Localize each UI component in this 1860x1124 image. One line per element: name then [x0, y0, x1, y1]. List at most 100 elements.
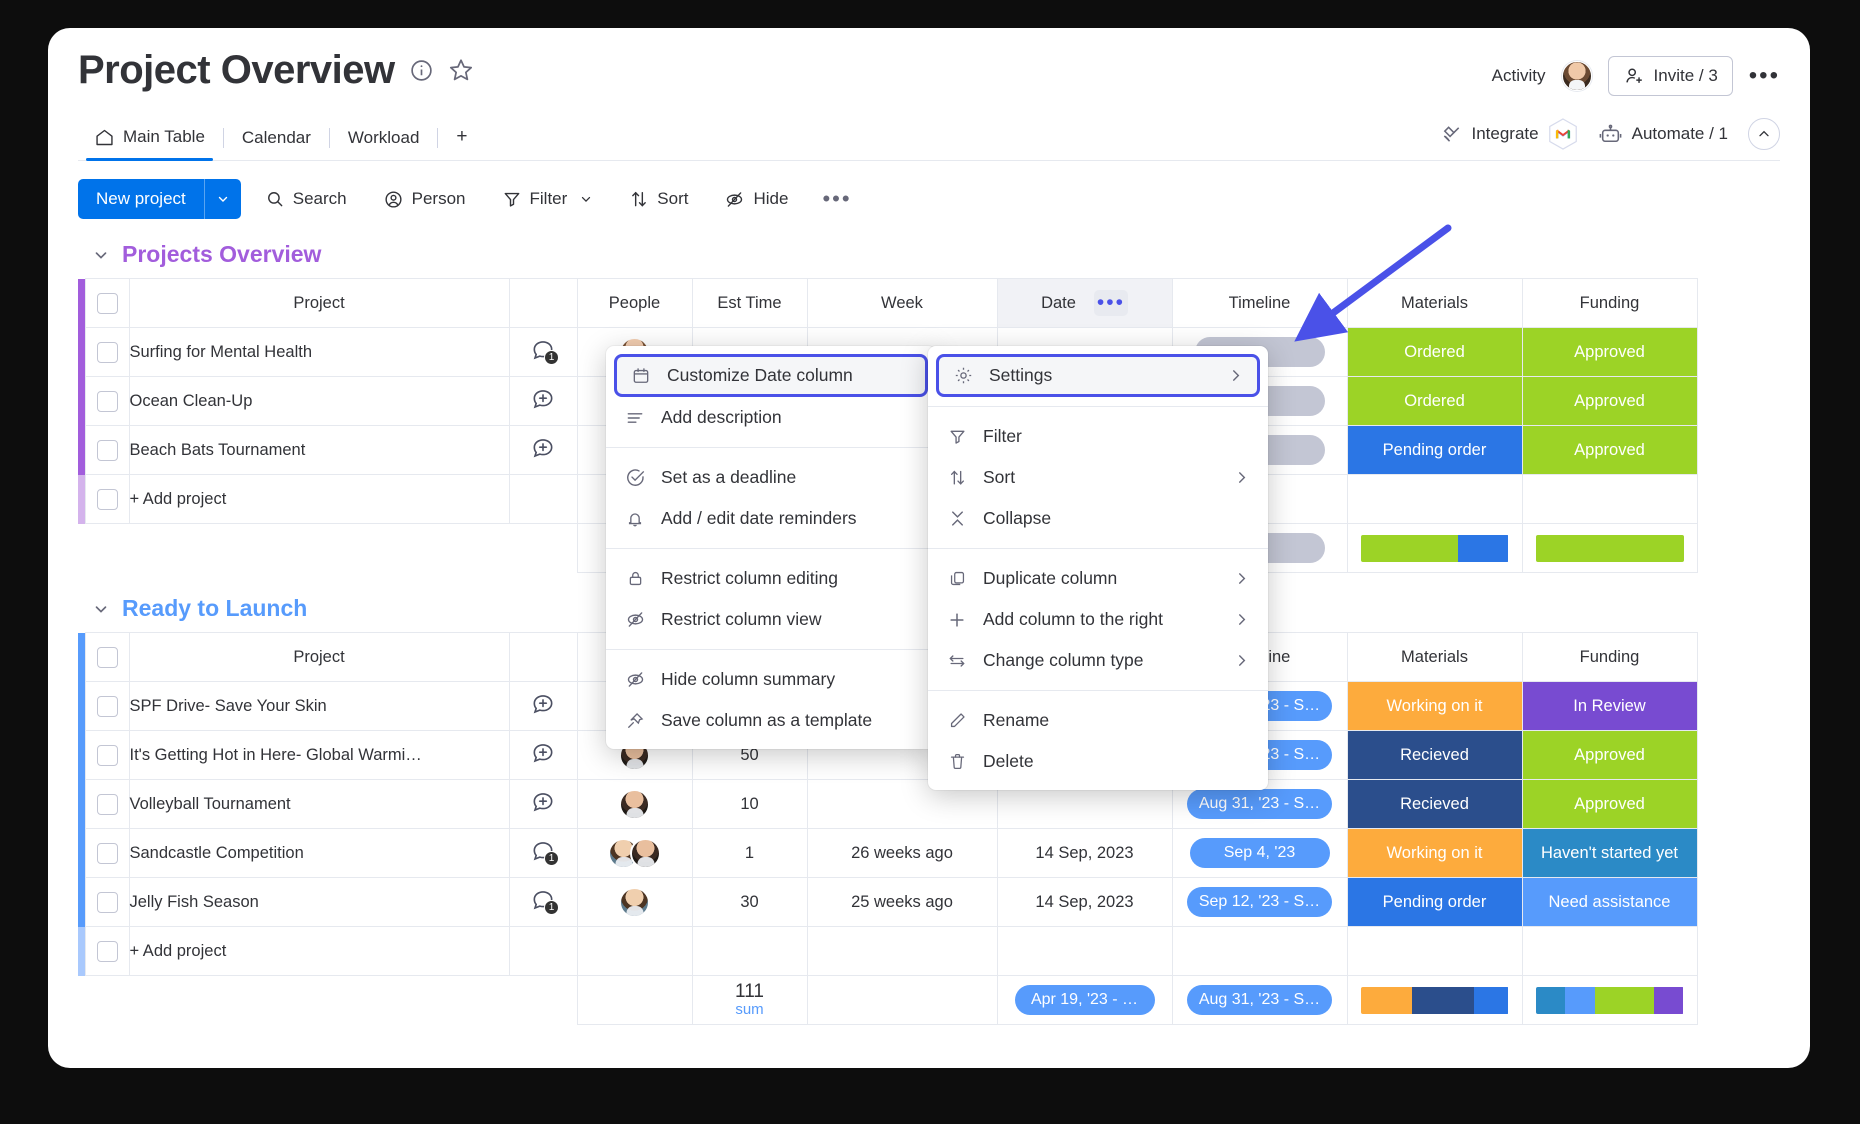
col-header-funding[interactable]: Funding: [1521, 278, 1698, 328]
col-header-people[interactable]: People: [576, 278, 693, 328]
col-header-date[interactable]: Date •••: [996, 278, 1173, 328]
toolbar-hide-button[interactable]: Hide: [712, 181, 800, 218]
group-title[interactable]: Projects Overview: [122, 241, 321, 268]
menu-item-filter[interactable]: Filter: [928, 416, 1268, 457]
row-checkbox[interactable]: [96, 341, 118, 363]
activity-label[interactable]: Activity: [1492, 66, 1546, 86]
new-project-dropdown[interactable]: [203, 179, 241, 219]
row-checkbox[interactable]: [96, 940, 118, 962]
table-row[interactable]: Sandcastle Competition 1 1 26 weeks ago …: [78, 828, 1698, 878]
cell-funding[interactable]: Approved: [1521, 779, 1698, 829]
menu-item-add-column-right[interactable]: Add column to the right: [928, 599, 1268, 640]
col-header-funding[interactable]: Funding: [1521, 632, 1698, 682]
menu-item-set-as-deadline[interactable]: Set as a deadline: [606, 457, 936, 498]
integrate-button[interactable]: Integrate: [1440, 118, 1578, 150]
cell-est-time[interactable]: 10: [691, 779, 808, 829]
group-title[interactable]: Ready to Launch: [122, 595, 307, 622]
group-collapse-icon[interactable]: [92, 246, 110, 264]
cell-materials[interactable]: Working on it: [1346, 828, 1523, 878]
select-all-checkbox[interactable]: [96, 292, 118, 314]
cell-materials[interactable]: Recieved: [1346, 779, 1523, 829]
menu-item-change-column-type[interactable]: Change column type: [928, 640, 1268, 681]
col-header-project[interactable]: Project: [128, 632, 510, 682]
cell-funding[interactable]: In Review: [1521, 681, 1698, 731]
menu-item-hide-column-summary[interactable]: Hide column summary: [606, 659, 936, 700]
select-all-checkbox[interactable]: [96, 646, 118, 668]
cell-people[interactable]: [576, 779, 693, 829]
info-icon[interactable]: [409, 58, 434, 83]
add-row[interactable]: + Add project: [78, 926, 1698, 976]
cell-project[interactable]: Volleyball Tournament: [128, 779, 510, 829]
row-checkbox[interactable]: [96, 744, 118, 766]
tab-main-table[interactable]: Main Table: [78, 120, 221, 161]
cell-timeline[interactable]: Sep 4, '23: [1171, 828, 1348, 878]
toolbar-sort-button[interactable]: Sort: [617, 181, 700, 217]
row-checkbox[interactable]: [96, 842, 118, 864]
cell-funding[interactable]: Approved: [1521, 425, 1698, 475]
table-row[interactable]: Volleyball Tournament 10 Aug 31, '23 - S…: [78, 779, 1698, 829]
new-project-button[interactable]: New project: [78, 179, 241, 219]
col-header-materials[interactable]: Materials: [1346, 278, 1523, 328]
row-checkbox[interactable]: [96, 488, 118, 510]
invite-button[interactable]: Invite / 3: [1607, 56, 1733, 96]
cell-people[interactable]: [576, 828, 693, 878]
menu-item-sort[interactable]: Sort: [928, 457, 1268, 498]
cell-people[interactable]: [576, 877, 693, 927]
cell-funding[interactable]: Approved: [1521, 376, 1698, 426]
cell-project[interactable]: Jelly Fish Season: [128, 877, 510, 927]
cell-project[interactable]: It's Getting Hot in Here- Global Warmi…: [128, 730, 510, 780]
menu-item-customize-date-column[interactable]: Customize Date column: [614, 354, 928, 397]
cell-week[interactable]: 25 weeks ago: [806, 877, 998, 927]
cell-est-time[interactable]: 1: [691, 828, 808, 878]
cell-timeline[interactable]: Sep 12, '23 - S…: [1171, 877, 1348, 927]
gmail-icon[interactable]: [1548, 118, 1578, 150]
menu-item-restrict-column-editing[interactable]: Restrict column editing: [606, 558, 936, 599]
add-project-label[interactable]: + Add project: [128, 474, 510, 524]
cell-chat[interactable]: [508, 681, 578, 731]
collapse-header-button[interactable]: [1748, 118, 1780, 150]
group-collapse-icon[interactable]: [92, 600, 110, 618]
star-icon[interactable]: [448, 57, 474, 83]
cell-date[interactable]: 14 Sep, 2023: [996, 877, 1173, 927]
toolbar-search-button[interactable]: Search: [253, 181, 359, 217]
menu-item-save-column-template[interactable]: Save column as a template: [606, 700, 936, 741]
cell-chat[interactable]: 1: [508, 327, 578, 377]
table-row[interactable]: Jelly Fish Season 1 30 25 weeks ago 14 S…: [78, 877, 1698, 927]
cell-project[interactable]: SPF Drive- Save Your Skin: [128, 681, 510, 731]
row-checkbox[interactable]: [96, 793, 118, 815]
cell-materials[interactable]: Pending order: [1346, 425, 1523, 475]
menu-item-rename[interactable]: Rename: [928, 700, 1268, 741]
avatar[interactable]: [1561, 61, 1592, 91]
add-project-label[interactable]: + Add project: [128, 926, 510, 976]
toolbar-person-button[interactable]: Person: [371, 181, 478, 218]
col-header-timeline[interactable]: Timeline: [1171, 278, 1348, 328]
cell-materials[interactable]: Ordered: [1346, 376, 1523, 426]
person-avatar[interactable]: [619, 788, 650, 820]
cell-chat[interactable]: 1: [508, 828, 578, 878]
cell-materials[interactable]: Ordered: [1346, 327, 1523, 377]
person-avatar[interactable]: [619, 886, 650, 918]
cell-chat[interactable]: [508, 730, 578, 780]
toolbar-more-button[interactable]: •••: [810, 187, 863, 210]
menu-item-collapse[interactable]: Collapse: [928, 498, 1268, 539]
date-column-more-button[interactable]: •••: [1093, 290, 1128, 316]
menu-item-delete[interactable]: Delete: [928, 741, 1268, 782]
row-checkbox[interactable]: [96, 891, 118, 913]
cell-chat[interactable]: [508, 425, 578, 475]
header-more-button[interactable]: •••: [1749, 63, 1780, 88]
cell-chat[interactable]: [508, 779, 578, 829]
tab-calendar[interactable]: Calendar: [226, 121, 327, 160]
cell-chat[interactable]: [508, 376, 578, 426]
cell-project[interactable]: Sandcastle Competition: [128, 828, 510, 878]
col-header-est-time[interactable]: Est Time: [691, 278, 808, 328]
col-header-materials[interactable]: Materials: [1346, 632, 1523, 682]
person-avatar[interactable]: [630, 837, 661, 869]
cell-project[interactable]: Ocean Clean-Up: [128, 376, 510, 426]
cell-date[interactable]: 14 Sep, 2023: [996, 828, 1173, 878]
cell-funding[interactable]: Approved: [1521, 327, 1698, 377]
toolbar-filter-button[interactable]: Filter: [490, 181, 606, 217]
cell-materials[interactable]: Working on it: [1346, 681, 1523, 731]
cell-week[interactable]: 26 weeks ago: [806, 828, 998, 878]
cell-est-time[interactable]: 30: [691, 877, 808, 927]
cell-project[interactable]: Surfing for Mental Health: [128, 327, 510, 377]
